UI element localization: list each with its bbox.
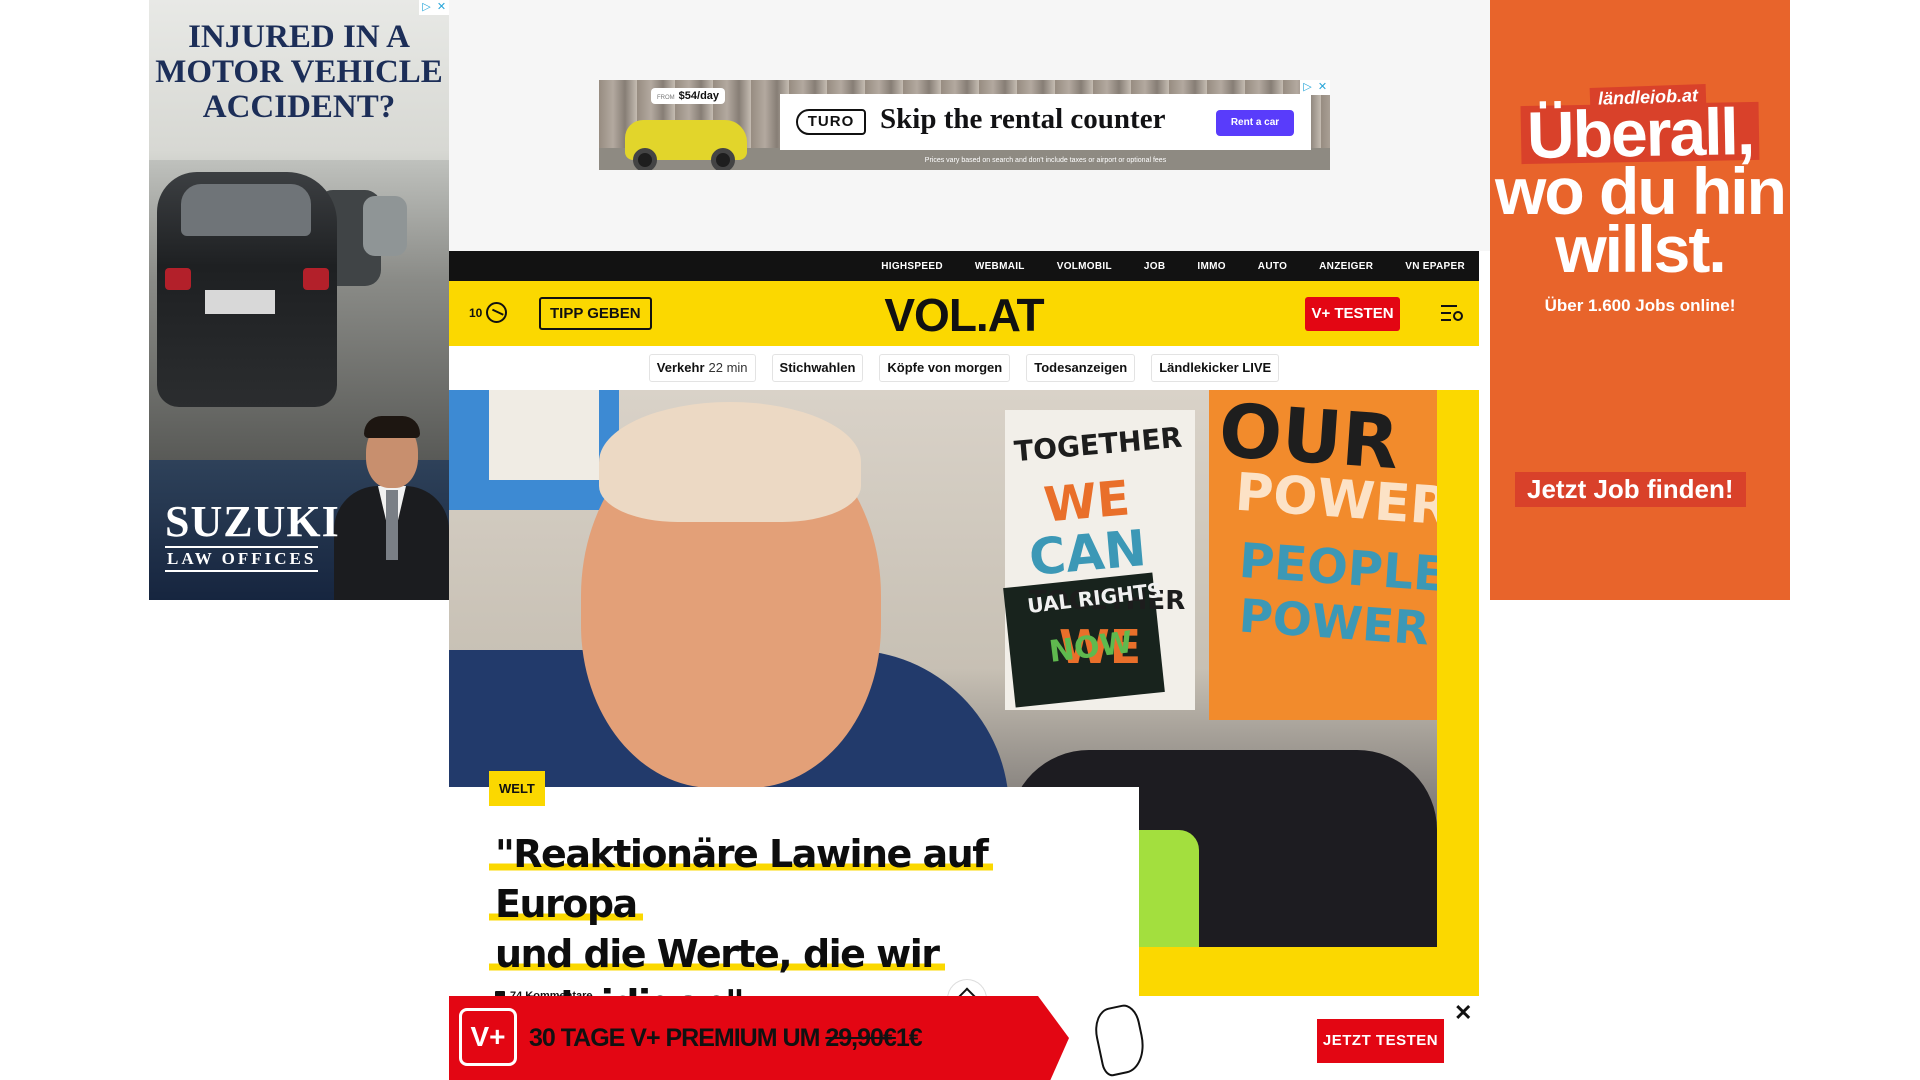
nav-highspeed[interactable]: HIGHSPEED (881, 261, 943, 272)
tag-laendlekicker-live[interactable]: Ländlekicker LIVE (1151, 354, 1280, 382)
vplus-testen-button[interactable]: V+ TESTEN (1305, 297, 1400, 331)
ad-fineprint: Prices vary based on search and don't in… (924, 157, 1167, 164)
nav-anzeiger[interactable]: ANZEIGER (1319, 261, 1373, 272)
leaderboard-area: FROM $54/day TURO Skip the rental counter… (449, 0, 1490, 251)
turo-logo: TURO (796, 109, 866, 135)
ad-subline: Über 1.600 Jobs online! (1544, 296, 1736, 315)
left-ad-banner[interactable]: INJURED IN A MOTOR VEHICLE ACCIDENT? SUZ… (149, 0, 449, 600)
rent-a-car-button[interactable]: Rent a car (1216, 110, 1294, 136)
temperature: 10 (469, 305, 483, 320)
old-price: 29,90€ (825, 1024, 896, 1052)
ad-info-icon[interactable]: ▷ (1300, 80, 1315, 95)
lawyer-photo (334, 416, 449, 600)
nav-volmobil[interactable]: VOLMOBIL (1057, 261, 1112, 272)
article-category[interactable]: WELT (489, 771, 545, 806)
ad-headline: Überall, wo du hin willst. (1495, 94, 1787, 286)
tipp-geben-button[interactable]: TIPP GEBEN (539, 297, 652, 330)
tag-koepfe-von-morgen[interactable]: Köpfe von morgen (879, 354, 1011, 382)
ad-close-icon[interactable]: ✕ (1315, 80, 1330, 95)
ad-headline: INJURED IN A MOTOR VEHICLE ACCIDENT? (155, 19, 443, 125)
nav-webmail[interactable]: WEBMAIL (975, 261, 1025, 272)
ad-panel: TURO Skip the rental counter Rent a car (780, 94, 1311, 150)
menu-search-icon[interactable] (1441, 303, 1465, 323)
adchoices[interactable]: ▷ ✕ (419, 0, 449, 15)
hero-article: TOGETHER WE CAN TOGETHER WE OUR POWER PE… (449, 390, 1479, 1080)
vol-at-site: HIGHSPEED WEBMAIL VOLMOBIL JOB IMMO AUTO… (449, 251, 1479, 1080)
turo-ad-banner[interactable]: FROM $54/day TURO Skip the rental counter… (599, 80, 1330, 170)
nav-vn-epaper[interactable]: VN EPAPER (1405, 261, 1465, 272)
close-icon[interactable]: ✕ (1454, 1000, 1472, 1026)
vorarlberg-map-icon (1090, 1001, 1150, 1079)
ad-car-image (363, 196, 407, 256)
vplus-badge: V+ (459, 1008, 517, 1066)
tag-stichwahlen[interactable]: Stichwahlen (771, 354, 864, 382)
ad-price-badge: FROM $54/day (651, 88, 726, 104)
nav-job[interactable]: JOB (1144, 261, 1165, 272)
tag-time: 22 min (708, 360, 748, 375)
premium-promo-banner[interactable]: V+ 30 TAGE V+ PREMIUM UM 29,90€1€ JETZT … (449, 996, 1479, 1080)
right-ad-banner[interactable]: ländlejob.at Überall, wo du hin willst. … (1490, 0, 1790, 600)
job-finden-button[interactable]: Jetzt Job finden! (1515, 472, 1746, 507)
top-navigation: HIGHSPEED WEBMAIL VOLMOBIL JOB IMMO AUTO… (449, 251, 1479, 281)
ad-brand-sub: LAW OFFICES (165, 546, 319, 572)
nav-immo[interactable]: IMMO (1197, 261, 1225, 272)
weather-icon (486, 302, 508, 323)
tag-todesanzeigen[interactable]: Todesanzeigen (1026, 354, 1136, 382)
ad-brand-name: SUZUKI (165, 497, 340, 546)
ad-close-icon[interactable]: ✕ (434, 0, 449, 15)
tag-verkehr[interactable]: Verkehr 22 min (648, 354, 756, 382)
new-price: 1€ (895, 1024, 923, 1052)
site-header: 10 VOL.AT TIPP GEBEN V+ TESTEN (449, 281, 1479, 346)
weather-widget[interactable]: 10 (469, 302, 508, 323)
jetzt-testen-button[interactable]: JETZT TESTEN (1317, 1019, 1444, 1063)
promo-text: 30 TAGE V+ PREMIUM UM 29,90€1€ (529, 1024, 923, 1052)
ad-tagline: Skip the rental counter (880, 103, 1166, 135)
adchoices[interactable]: ▷ ✕ (1300, 80, 1330, 95)
ad-brand: SUZUKI LAW OFFICES (165, 500, 340, 572)
ad-car-image (157, 172, 337, 407)
nav-auto[interactable]: AUTO (1258, 261, 1287, 272)
ad-info-icon[interactable]: ▷ (419, 0, 434, 15)
topic-tags: Verkehr 22 min Stichwahlen Köpfe von morg… (449, 346, 1479, 390)
